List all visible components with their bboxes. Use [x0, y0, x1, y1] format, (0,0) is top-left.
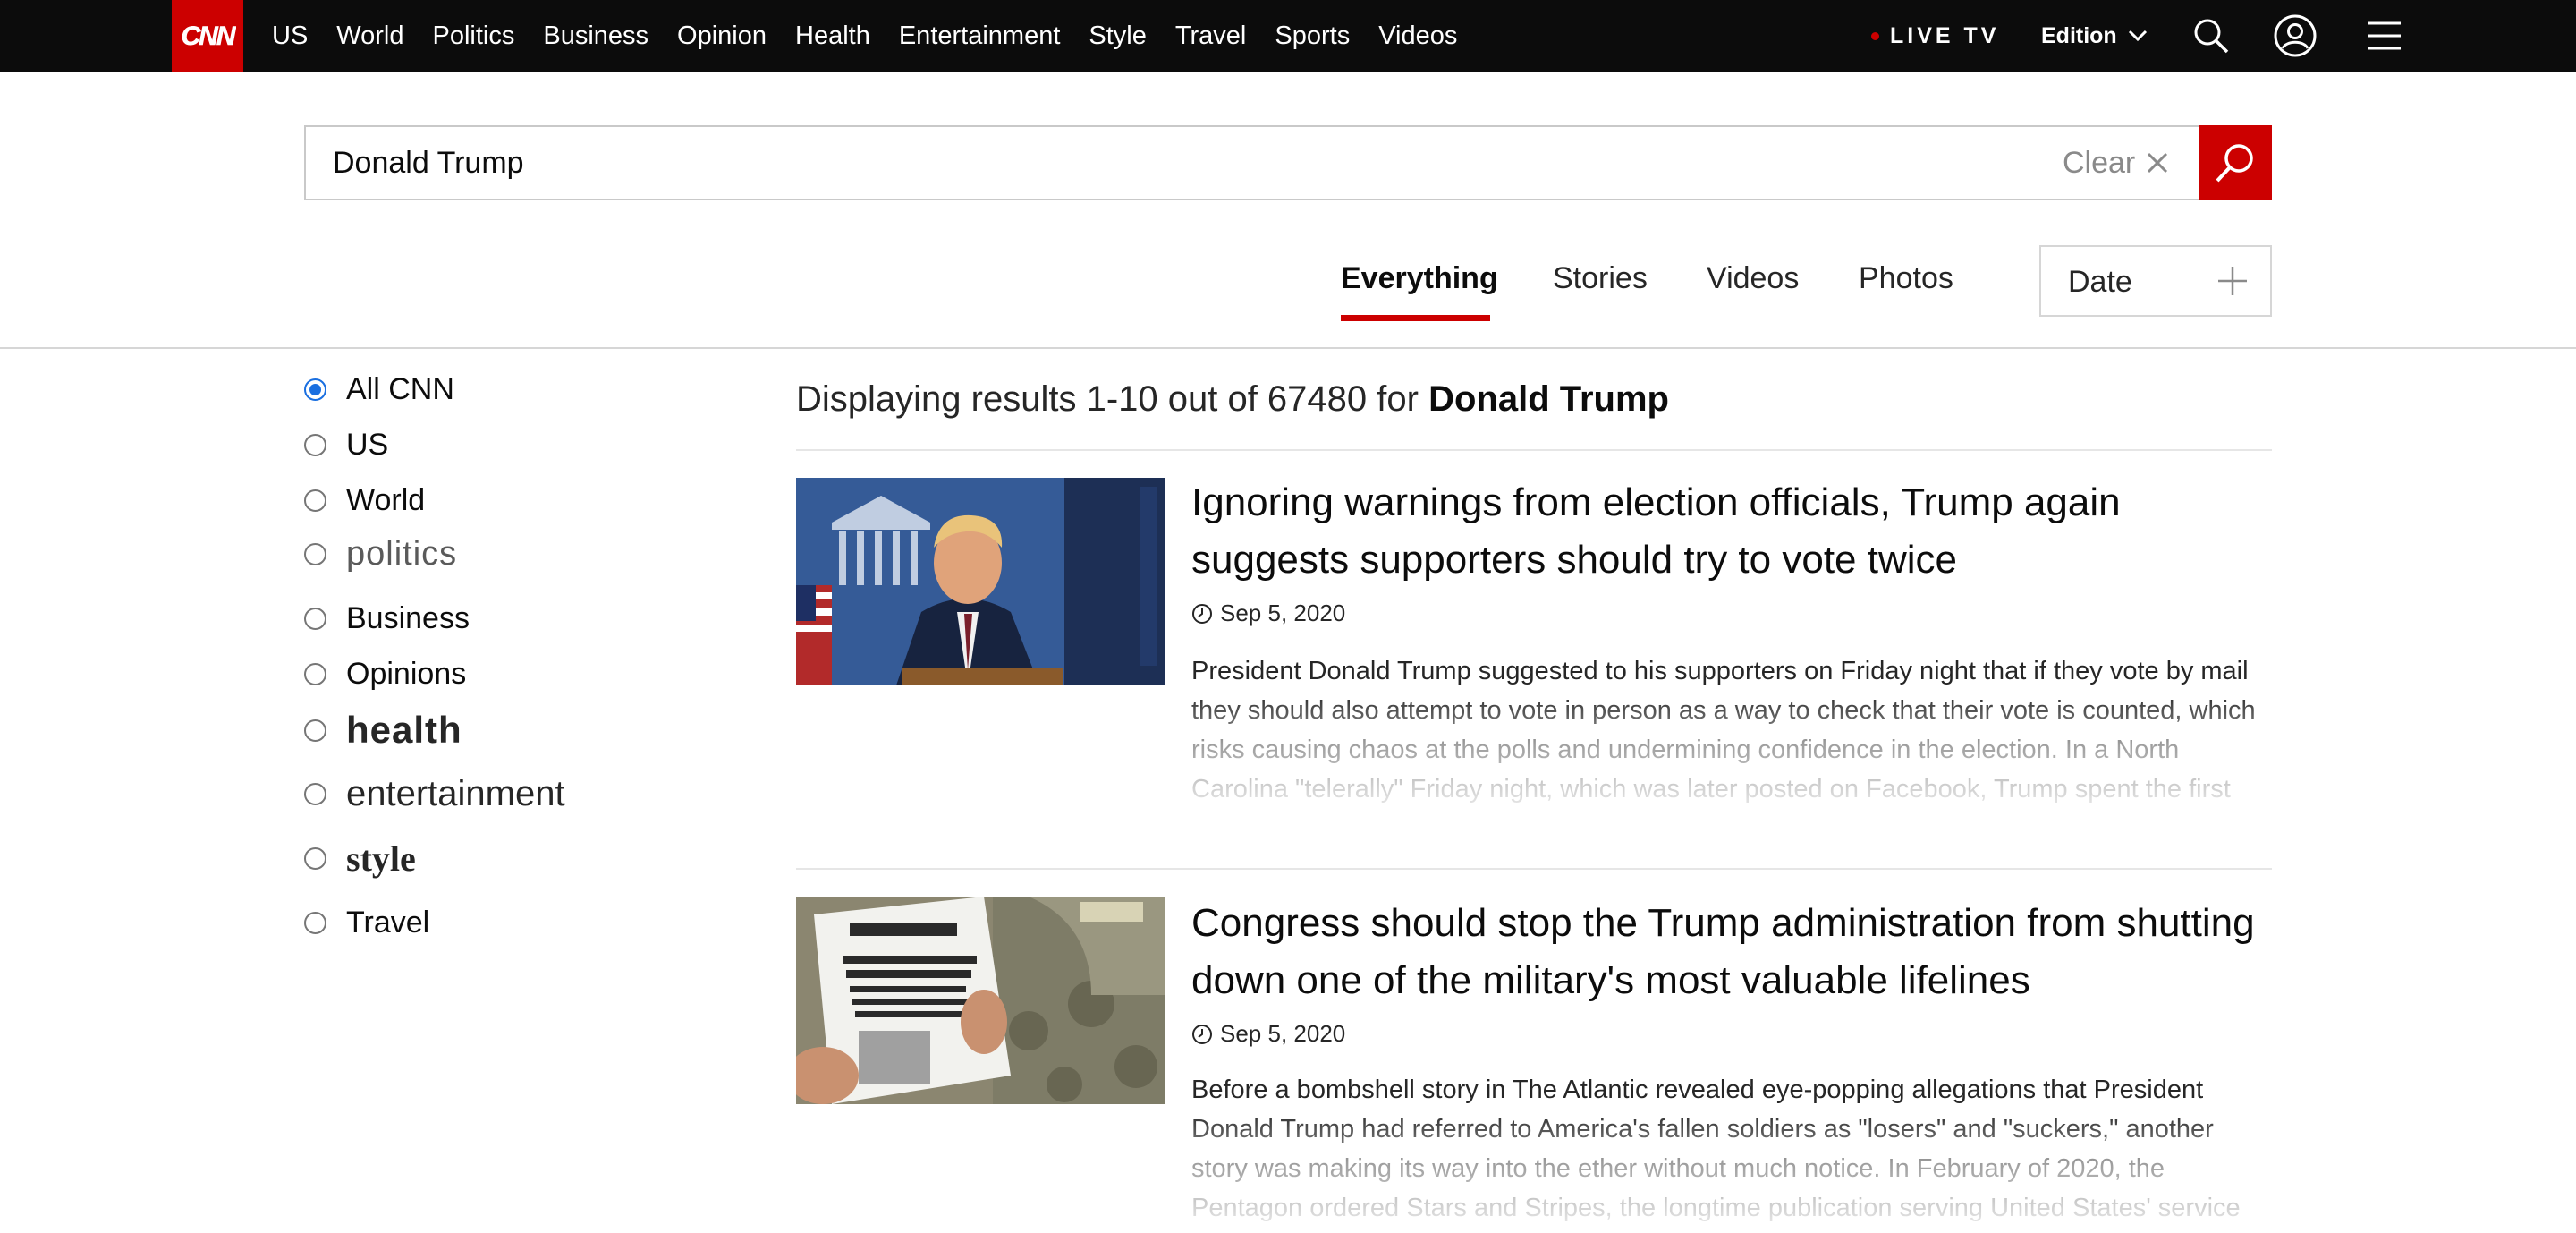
style-wordmark: style [346, 838, 416, 879]
nav-item-sports[interactable]: Sports [1275, 21, 1350, 51]
search-box [304, 125, 2272, 200]
politics-wordmark: politics [346, 534, 458, 573]
radio-health[interactable] [304, 719, 326, 742]
chevron-down-icon [2128, 30, 2147, 42]
results-divider [796, 449, 2272, 451]
filter-label: Travel [346, 905, 430, 940]
result-date: Sep 5, 2020 [1191, 599, 1345, 627]
top-navigation: CNN US World Politics Business Opinion H… [0, 0, 2576, 72]
radio-style[interactable] [304, 846, 326, 870]
nav-item-opinion[interactable]: Opinion [677, 21, 767, 51]
filter-health[interactable]: health [304, 709, 462, 752]
filter-label: All CNN [346, 371, 454, 406]
cnn-logo-lettering: CNN [182, 21, 237, 51]
search-icon [2216, 144, 2253, 183]
clear-search-button[interactable]: Clear [2063, 125, 2169, 200]
radio-politics[interactable] [304, 542, 326, 565]
live-tv-link[interactable]: LIVE TV [1871, 0, 1999, 72]
menu-icon[interactable] [2365, 16, 2404, 55]
result-date-text: Sep 5, 2020 [1220, 1020, 1346, 1047]
result-image-soldier-reading [796, 897, 1165, 1104]
cnn-logo[interactable]: CNN [172, 0, 243, 72]
clear-label: Clear [2063, 145, 2136, 180]
nav-item-style[interactable]: Style [1089, 21, 1146, 51]
radio-business[interactable] [304, 607, 326, 630]
account-icon[interactable] [2274, 14, 2317, 57]
results-query: Donald Trump [1428, 379, 1669, 419]
cnn-logo-icon: CNN [181, 21, 237, 52]
result-image-press-briefing [796, 478, 1165, 685]
date-filter-button[interactable]: Date [2039, 245, 2272, 317]
nav-item-travel[interactable]: Travel [1175, 21, 1247, 51]
plus-icon [2218, 267, 2247, 295]
result-headline[interactable]: Ignoring warnings from election official… [1191, 474, 2274, 589]
search-icon[interactable] [2191, 16, 2231, 55]
filter-label: World [346, 482, 426, 517]
nav-item-world[interactable]: World [336, 21, 403, 51]
radio-entertainment[interactable] [304, 782, 326, 805]
results-summary: Displaying results 1-10 out of 67480 for… [796, 379, 1669, 420]
results-divider [796, 868, 2272, 870]
excerpt-fade-overlay [1191, 1110, 2275, 1228]
nav-item-politics[interactable]: Politics [433, 21, 515, 51]
nav-item-entertainment[interactable]: Entertainment [899, 21, 1061, 51]
result-date: Sep 5, 2020 [1191, 1020, 1345, 1048]
filter-travel[interactable]: Travel [304, 906, 429, 940]
radio-world[interactable] [304, 489, 326, 512]
date-filter-label: Date [2068, 265, 2132, 299]
edition-label: Edition [2041, 22, 2117, 48]
edition-dropdown[interactable]: Edition [2041, 0, 2148, 72]
result-thumbnail[interactable] [796, 897, 1165, 1104]
filter-opinions[interactable]: Opinions [304, 657, 466, 691]
tab-everything[interactable]: Everything [1341, 261, 1498, 296]
search-input[interactable] [333, 127, 2032, 199]
health-wordmark: health [346, 709, 462, 751]
results-summary-text: Displaying results 1-10 out of 67480 for [796, 379, 1419, 419]
result-date-text: Sep 5, 2020 [1220, 599, 1346, 626]
radio-travel[interactable] [304, 911, 326, 934]
filter-entertainment[interactable]: entertainment [304, 773, 565, 814]
nav-item-business[interactable]: Business [543, 21, 648, 51]
filter-world[interactable]: World [304, 483, 425, 517]
filter-business[interactable]: Business [304, 601, 470, 635]
radio-us[interactable] [304, 433, 326, 456]
filter-label: Business [346, 600, 470, 635]
nav-links: US World Politics Business Opinion Healt… [272, 0, 1457, 72]
clock-icon [1192, 603, 1212, 624]
filter-label: Opinions [346, 656, 467, 691]
nav-item-us[interactable]: US [272, 21, 308, 51]
filter-all-cnn[interactable]: All CNN [304, 372, 454, 406]
tab-stories[interactable]: Stories [1553, 261, 1648, 296]
nav-item-health[interactable]: Health [795, 21, 870, 51]
live-dot-icon [1871, 31, 1879, 40]
result-thumbnail[interactable] [796, 478, 1165, 685]
filter-us[interactable]: US [304, 428, 388, 462]
close-icon [2148, 152, 2168, 174]
radio-opinions[interactable] [304, 662, 326, 685]
tab-photos[interactable]: Photos [1859, 261, 1953, 296]
filter-politics[interactable]: politics [304, 535, 457, 573]
radio-all-cnn[interactable] [304, 378, 326, 401]
tab-videos[interactable]: Videos [1707, 261, 1799, 296]
clock-icon [1192, 1024, 1212, 1044]
nav-item-videos[interactable]: Videos [1378, 21, 1457, 51]
search-submit-button[interactable] [2199, 125, 2272, 200]
result-headline[interactable]: Congress should stop the Trump administr… [1191, 895, 2274, 1009]
active-tab-indicator [1341, 315, 1490, 321]
excerpt-fade-overlay [1191, 691, 2275, 809]
filter-style[interactable]: style [304, 838, 416, 879]
live-tv-label: LIVE TV [1890, 22, 2000, 48]
entertainment-wordmark: entertainment [346, 773, 565, 813]
section-divider [0, 347, 2576, 349]
filter-label: US [346, 427, 389, 462]
